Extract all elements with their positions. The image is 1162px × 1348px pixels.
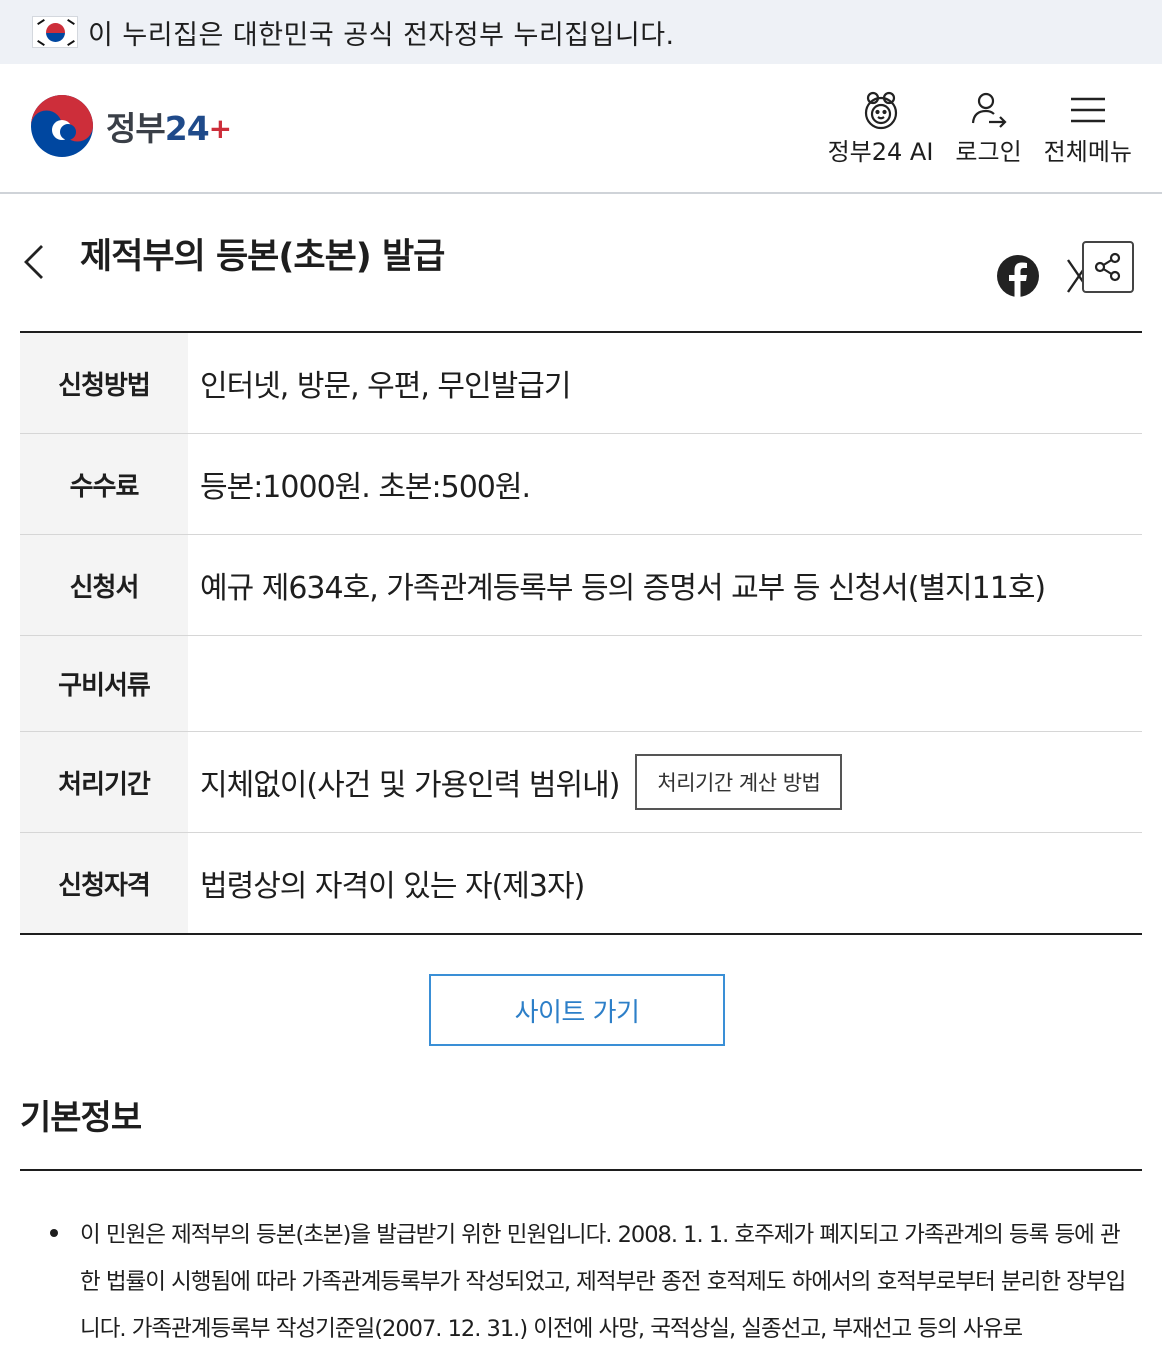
gov-official-banner: 이 누리집은 대한민국 공식 전자정부 누리집입니다.: [0, 0, 1162, 64]
all-menu-label: 전체메뉴: [1043, 138, 1132, 166]
go-to-site-button[interactable]: 사이트 가기: [429, 974, 725, 1046]
row-value: 예규 제634호, 가족관계등록부 등의 증명서 교부 등 신청서(별지11호): [200, 571, 1046, 606]
page-heading: 제적부의 등본(초본) 발급: [0, 194, 1162, 332]
share-button[interactable]: [1082, 241, 1134, 293]
processing-period-calc-button[interactable]: 처리기간 계산 방법: [635, 754, 843, 810]
row-label: 수수료: [20, 434, 188, 534]
row-label: 처리기간: [20, 732, 188, 832]
service-info-table: 신청방법 인터넷, 방문, 우편, 무인발급기 수수료 등본:1000원. 초본…: [20, 331, 1142, 935]
row-value: 법령상의 자격이 있는 자(제3자): [200, 869, 585, 904]
basic-info-description: 이 민원은 제적부의 등본(초본)을 발급받기 위한 민원입니다. 2008. …: [20, 1212, 1130, 1348]
row-label: 신청방법: [20, 333, 188, 433]
login-button[interactable]: 로그인: [955, 88, 1022, 167]
description-text: 이 민원은 제적부의 등본(초본)을 발급받기 위한 민원입니다. 2008. …: [80, 1222, 1126, 1342]
table-row: 수수료 등본:1000원. 초본:500원.: [20, 434, 1142, 535]
korean-flag-icon: [32, 16, 78, 48]
gov24-ai-label: 정부24 AI: [827, 138, 934, 166]
row-value: 지체없이(사건 및 가용인력 범위내): [200, 768, 620, 803]
logo-text: 정부: [106, 109, 166, 148]
page-title: 제적부의 등본(초본) 발급: [80, 237, 445, 277]
back-arrow-icon[interactable]: [14, 242, 54, 282]
taeguk-logo-icon: [31, 95, 93, 157]
logo-number: 24: [164, 109, 210, 148]
share-icon: [1094, 252, 1121, 282]
user-login-icon: [971, 92, 1007, 128]
row-value: 등본:1000원. 초본:500원.: [200, 470, 531, 505]
table-row: 신청자격 법령상의 자격이 있는 자(제3자): [20, 833, 1142, 933]
gov24-ai-button[interactable]: 정부24 AI: [827, 88, 934, 167]
ai-mascot-icon: [864, 91, 897, 130]
table-row: 구비서류: [20, 636, 1142, 732]
table-row: 신청방법 인터넷, 방문, 우편, 무인발급기: [20, 333, 1142, 434]
login-label: 로그인: [955, 138, 1022, 166]
site-header: 정부24+ 정부24 AI 로그인 전체메뉴: [0, 64, 1162, 194]
table-row: 처리기간 지체없이(사건 및 가용인력 범위내) 처리기간 계산 방법: [20, 732, 1142, 833]
header-utilities: 정부24 AI 로그인 전체메뉴: [828, 88, 1132, 167]
basic-info-title: 기본정보: [20, 1098, 142, 1138]
row-label: 구비서류: [20, 636, 188, 731]
row-value-cell: 지체없이(사건 및 가용인력 범위내) 처리기간 계산 방법: [188, 732, 1142, 832]
all-menu-button[interactable]: 전체메뉴: [1044, 88, 1132, 167]
facebook-icon[interactable]: [996, 254, 1040, 298]
bullet-icon: [50, 1228, 58, 1237]
row-value: [188, 636, 1142, 731]
section-divider: [20, 1169, 1142, 1171]
row-label: 신청서: [20, 535, 188, 635]
hamburger-menu-icon: [1070, 97, 1105, 123]
logo-plus-icon: +: [208, 112, 232, 145]
gov-banner-text: 이 누리집은 대한민국 공식 전자정부 누리집입니다.: [88, 19, 675, 51]
row-label: 신청자격: [20, 833, 188, 933]
row-value: 인터넷, 방문, 우편, 무인발급기: [200, 369, 571, 404]
gov24-logo[interactable]: 정부24+: [30, 94, 232, 158]
table-row: 신청서 예규 제634호, 가족관계등록부 등의 증명서 교부 등 신청서(별지…: [20, 535, 1142, 636]
